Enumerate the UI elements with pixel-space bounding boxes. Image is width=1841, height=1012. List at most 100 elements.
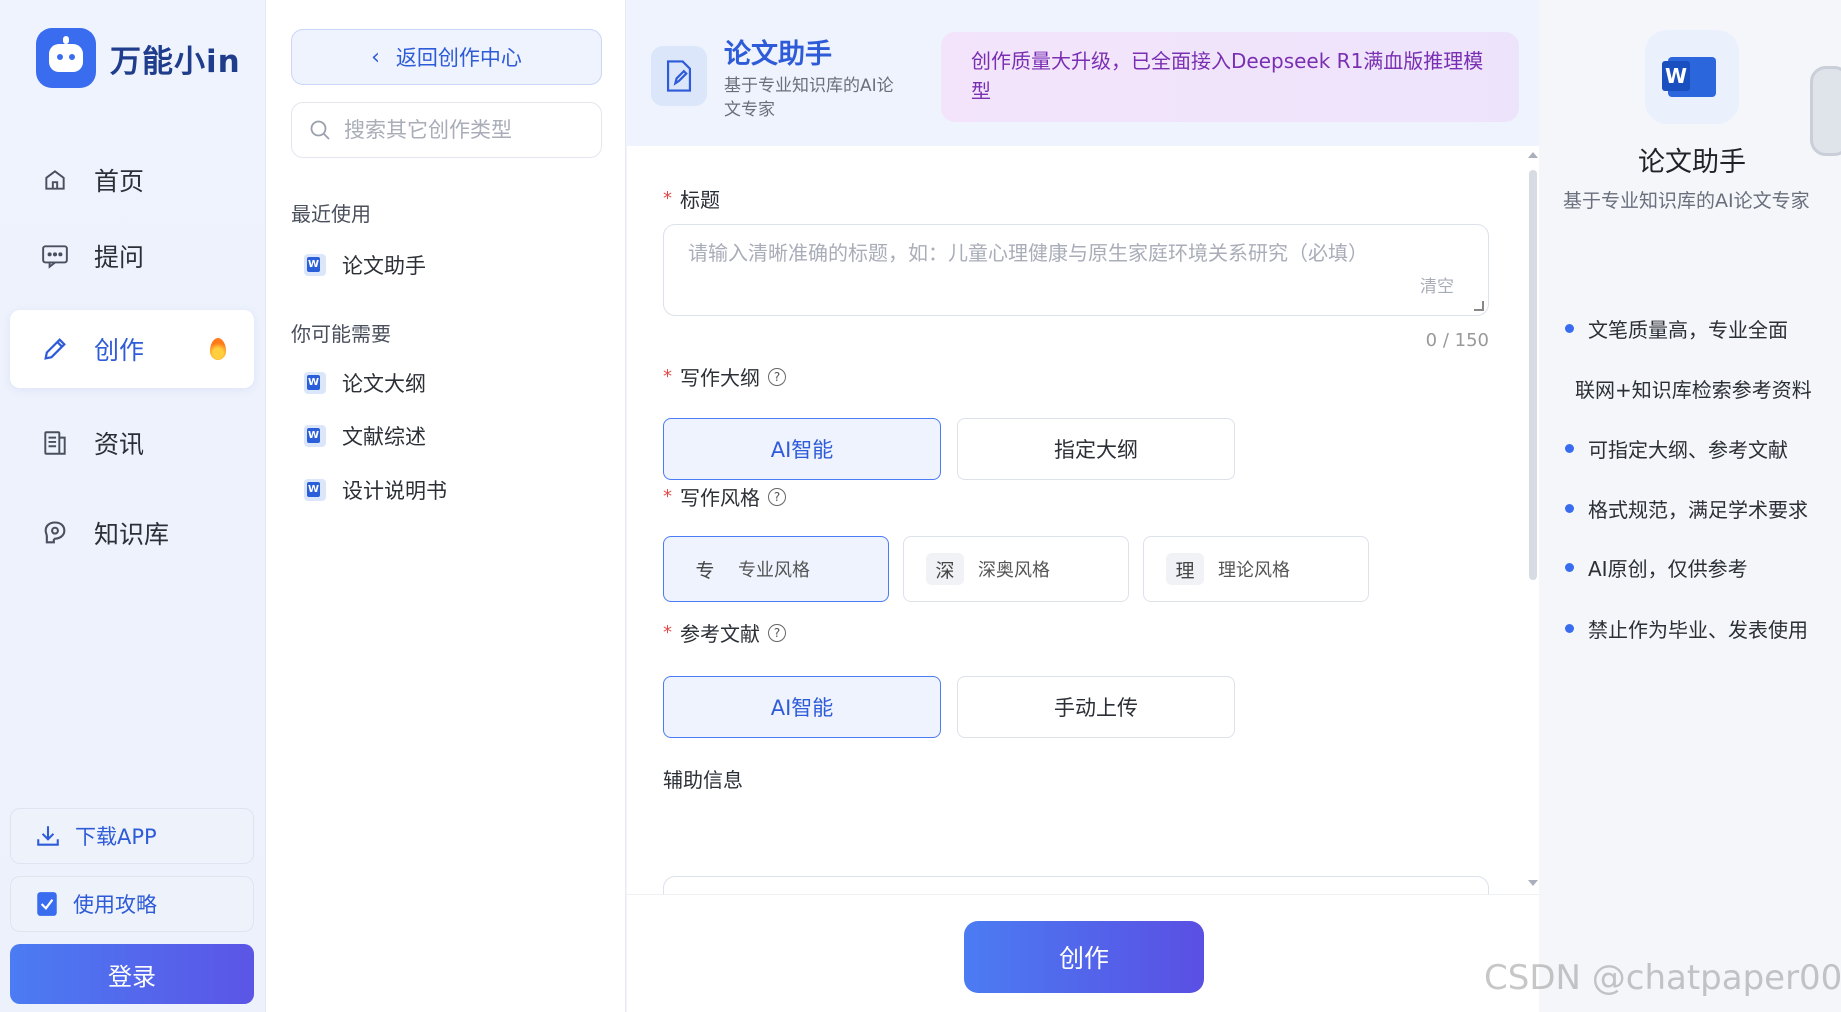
search-input[interactable] — [344, 118, 584, 142]
news-icon — [40, 428, 70, 458]
recent-item-label: 论文助手 — [342, 254, 426, 278]
nav-item-create[interactable]: 创作 — [10, 310, 254, 388]
bullet-dot — [1565, 563, 1574, 572]
word-doc-icon — [304, 479, 326, 501]
form-body: * 标题 清空 0 / 150 * 写作大纲 ? AI智能 指定大纲 * 写作风… — [627, 146, 1527, 894]
nav-item-label: 创作 — [94, 336, 145, 365]
back-label: 返回创作中心 — [395, 46, 522, 70]
suggest-item[interactable]: 文献综述 — [304, 421, 426, 451]
outline-option-specify[interactable]: 指定大纲 — [957, 418, 1235, 480]
nav-item-label: 知识库 — [94, 520, 170, 549]
title-field: 清空 — [663, 224, 1489, 316]
paper-assistant-form: 论文助手 基于专业知识库的AI论文专家 创作质量大升级，已全面接入Deepsee… — [627, 0, 1539, 1012]
outline-option-ai[interactable]: AI智能 — [663, 418, 941, 480]
bullet-dot — [1565, 624, 1574, 633]
field-label-text: 参考文献 — [680, 622, 760, 646]
nav-item-label: 首页 — [94, 167, 145, 196]
suggest-section-title: 你可能需要 — [291, 322, 391, 346]
scroll-down-arrow[interactable] — [1528, 880, 1538, 886]
page-title: 论文助手 — [724, 39, 832, 70]
scroll-up-arrow[interactable] — [1528, 152, 1538, 158]
help-icon[interactable]: ? — [768, 623, 786, 642]
form-scrollbar[interactable] — [1529, 170, 1537, 580]
suggest-item-label: 论文大纲 — [342, 372, 426, 396]
brain-icon — [40, 518, 70, 548]
user-guide-button[interactable]: 使用攻略 — [10, 876, 254, 932]
help-icon[interactable]: ? — [768, 367, 786, 386]
feature-item: 文笔质量高，专业全面 — [1565, 314, 1788, 343]
feature-item: AI原创，仅供参考 — [1565, 553, 1748, 582]
robot-logo-icon — [36, 28, 96, 88]
hot-fire-icon — [210, 338, 226, 360]
style-field-label: * 写作风格 ? — [663, 482, 786, 511]
title-input[interactable] — [688, 239, 1368, 301]
style-option-profound[interactable]: 深 深奥风格 — [903, 536, 1129, 602]
feature-text: 文笔质量高，专业全面 — [1588, 318, 1788, 342]
references-option-ai[interactable]: AI智能 — [663, 676, 941, 738]
nav-item-knowledge[interactable]: 知识库 — [10, 494, 254, 572]
brand[interactable]: 万能小in — [36, 28, 241, 88]
outline-field-label: * 写作大纲 ? — [663, 362, 786, 391]
word-app-icon — [1645, 30, 1739, 124]
aux-info-field-label: 辅助信息 — [663, 764, 743, 793]
user-guide-label: 使用攻略 — [73, 893, 157, 917]
style-tag: 理 — [1166, 553, 1204, 585]
watermark: CSDN @chatpaper001 — [1484, 958, 1841, 998]
required-mark: * — [663, 188, 672, 209]
bullet-dot — [1565, 504, 1574, 513]
suggest-item[interactable]: 设计说明书 — [304, 475, 447, 505]
promo-banner: 创作质量大升级，已全面接入Deepseek R1满血版推理模型 — [941, 32, 1519, 122]
login-button[interactable]: 登录 — [10, 944, 254, 1004]
feature-text: AI原创，仅供参考 — [1588, 557, 1748, 581]
nav-item-ask[interactable]: 提问 — [10, 217, 254, 295]
suggest-item[interactable]: 论文大纲 — [304, 368, 426, 398]
clear-button[interactable]: 清空 — [1420, 272, 1454, 297]
references-field-label: * 参考文献 ? — [663, 618, 786, 647]
references-option-upload[interactable]: 手动上传 — [957, 676, 1235, 738]
nav-item-home[interactable]: 首页 — [10, 141, 254, 219]
category-search[interactable] — [291, 102, 602, 158]
style-label: 深奥风格 — [978, 560, 1050, 581]
nav-item-label: 提问 — [94, 243, 145, 272]
word-doc-icon — [304, 372, 326, 394]
feature-item: 禁止作为毕业、发表使用 — [1565, 614, 1808, 643]
title-field-label: * 标题 — [663, 184, 720, 213]
word-doc-icon — [304, 425, 326, 447]
field-label-text: 写作风格 — [680, 486, 760, 510]
help-icon[interactable]: ? — [768, 487, 786, 506]
style-tag: 专 — [695, 559, 715, 582]
brand-name: 万能小in — [110, 43, 241, 80]
form-footer: 创作 — [627, 894, 1539, 1012]
suggest-item-label: 文献综述 — [342, 425, 426, 449]
suggest-item-label: 设计说明书 — [342, 479, 447, 503]
feature-item: 可指定大纲、参考文献 — [1565, 434, 1788, 463]
nav-item-news[interactable]: 资讯 — [10, 404, 254, 482]
field-label-text: 标题 — [680, 188, 720, 212]
main-nav: 万能小in 首页 提问 创作 资讯 知识库 下载APP 使用攻略 登录 — [0, 0, 266, 1012]
recent-item[interactable]: 论文助手 — [304, 250, 426, 280]
style-tag: 深 — [926, 553, 964, 585]
aux-info-input[interactable] — [663, 876, 1489, 894]
required-mark: * — [663, 622, 672, 643]
resize-handle[interactable] — [1474, 301, 1484, 311]
create-button[interactable]: 创作 — [964, 921, 1204, 993]
download-icon — [37, 826, 59, 846]
feature-item: 联网+知识库检索参考资料 — [1575, 374, 1812, 403]
chat-icon — [40, 241, 70, 271]
field-label-text: 辅助信息 — [663, 768, 743, 792]
style-option-professional[interactable]: 专 专业风格 — [663, 536, 889, 602]
bullet-dot — [1565, 324, 1574, 333]
category-panel: ‹ 返回创作中心 最近使用 论文助手 你可能需要 论文大纲 文献综述 设计说明书 — [266, 0, 626, 1012]
style-option-theoretical[interactable]: 理 理论风格 — [1143, 536, 1369, 602]
nav-item-label: 资讯 — [94, 430, 145, 459]
back-to-create-center-button[interactable]: ‹ 返回创作中心 — [291, 29, 602, 85]
side-drawer-handle[interactable] — [1810, 66, 1841, 156]
char-counter: 0 / 150 — [1425, 330, 1489, 351]
required-mark: * — [663, 366, 672, 387]
bullet-dot — [1565, 444, 1574, 453]
download-app-button[interactable]: 下载APP — [10, 808, 254, 864]
field-label-text: 写作大纲 — [680, 366, 760, 390]
home-icon — [40, 165, 70, 195]
required-mark: * — [663, 486, 672, 507]
search-icon — [310, 120, 330, 140]
